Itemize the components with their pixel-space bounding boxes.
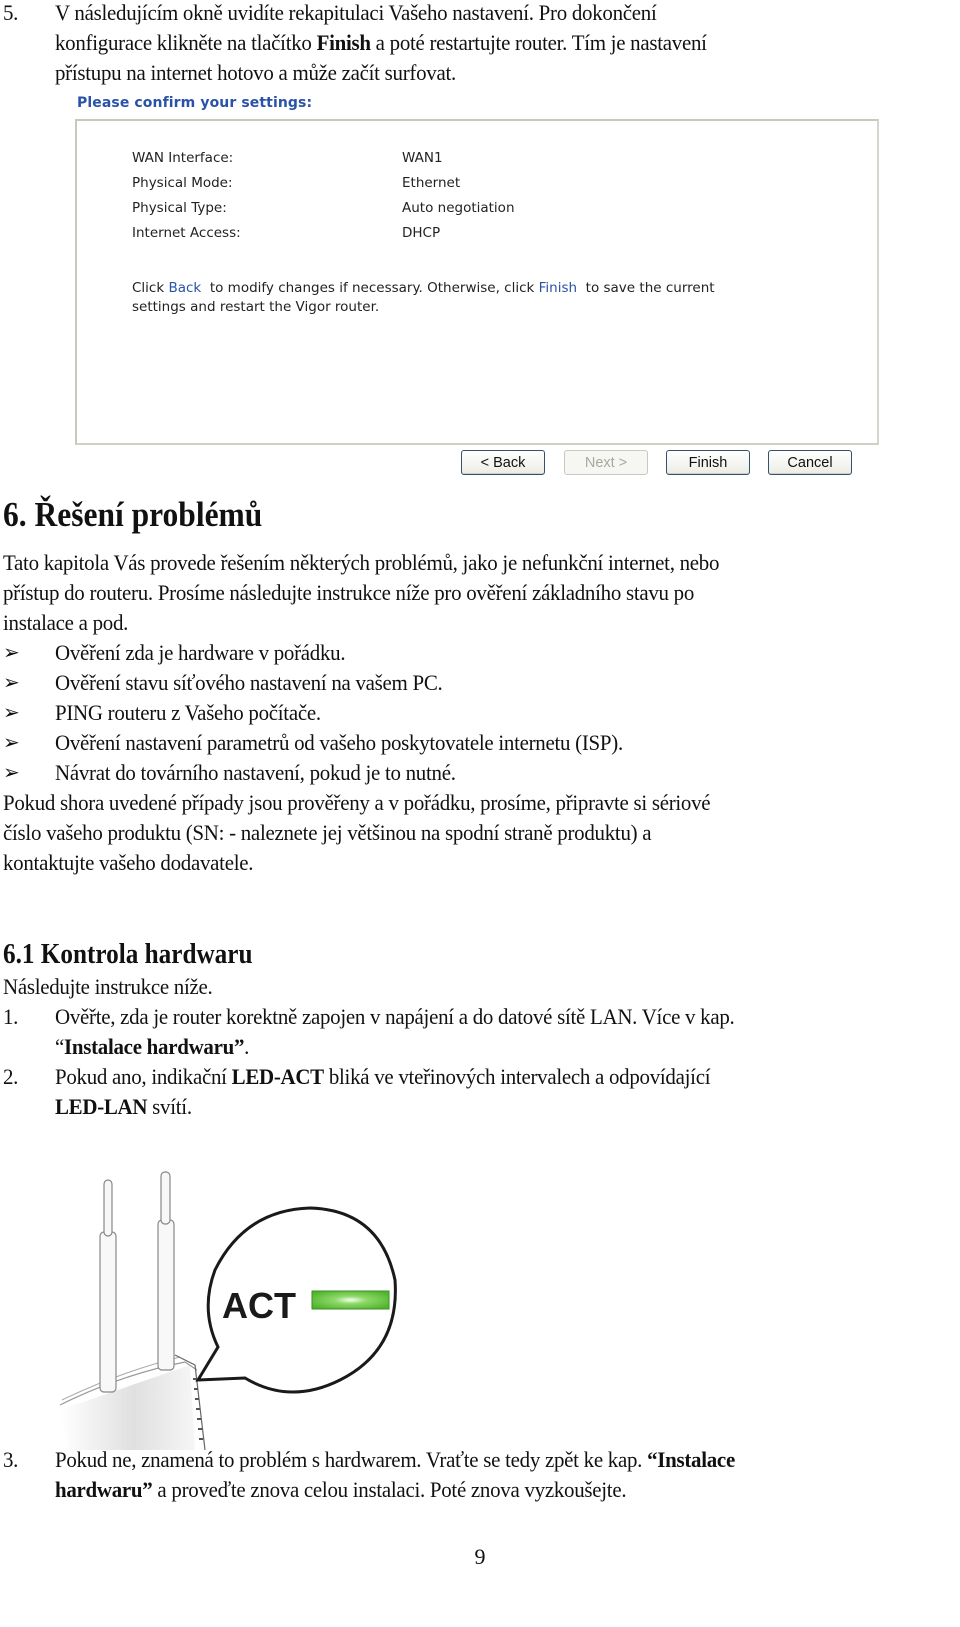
finish-button[interactable]: Finish	[666, 450, 750, 475]
list-item: Návrat do továrního nastavení, pokud je …	[55, 760, 456, 785]
step5-line-3: přístupu na internet hotovo a může začít…	[55, 60, 456, 85]
section6-outro-line: kontaktujte vašeho dodavatele.	[3, 850, 254, 875]
section6-outro-line: Pokud shora uvedené případy jsou prověře…	[3, 790, 711, 815]
page-number: 9	[474, 1544, 486, 1569]
item-3-line-1: Pokud ne, znamená to problém s hardwarem…	[55, 1447, 735, 1472]
router-body	[59, 1354, 206, 1450]
item-number: 2.	[3, 1064, 19, 1089]
item-2-line-1: Pokud ano, indikační LED-ACT bliká ve vt…	[55, 1064, 711, 1089]
section6-outro-line: číslo vašeho produktu (SN: - naleznete j…	[3, 820, 652, 845]
led-act-label: ACT	[222, 1285, 296, 1326]
finish-link-text: Finish	[538, 280, 578, 296]
section61-intro: Následujte instrukce níže.	[3, 974, 213, 999]
setting-value: Auto negotiation	[402, 200, 515, 216]
section6-intro-line: instalace a pod.	[3, 610, 129, 635]
item-3-line-2: hardwaru” a proveďte znova celou instala…	[55, 1477, 627, 1502]
section6-intro-line: Tato kapitola Vás provede řešením někter…	[3, 550, 720, 575]
setting-value: DHCP	[402, 225, 441, 241]
arrow-bullet-icon: ➢	[3, 642, 20, 664]
setting-value: Ethernet	[402, 175, 461, 191]
item-number: 3.	[3, 1447, 19, 1472]
section6-intro-line: přístup do routeru. Prosíme následujte i…	[3, 580, 695, 605]
setting-label: Internet Access:	[132, 225, 241, 241]
arrow-bullet-icon: ➢	[3, 702, 20, 724]
setting-label: Physical Mode:	[132, 175, 233, 191]
setting-value: WAN1	[402, 150, 443, 166]
arrow-bullet-icon: ➢	[3, 732, 20, 754]
back-button[interactable]: < Back	[461, 450, 545, 475]
list-item: Ověření stavu síťového nastavení na vaše…	[55, 670, 443, 695]
setting-label: WAN Interface:	[132, 150, 234, 166]
antenna-left	[99, 1179, 117, 1393]
router-led-illustration: ACT	[59, 1171, 397, 1450]
setting-label: Physical Type:	[132, 200, 227, 216]
arrow-bullet-icon: ➢	[3, 672, 20, 694]
back-link-text: Back	[168, 280, 202, 296]
list-item: Ověření nastavení parametrů od vašeho po…	[55, 730, 623, 755]
finish-keyword: Finish	[316, 30, 371, 55]
step5-paragraph: 5.	[3, 0, 18, 28]
step5-line-1: V následujícím okně uvidíte rekapitulaci…	[55, 0, 657, 25]
list-item: PING routeru z Vašeho počítače.	[55, 700, 321, 725]
item-1-line-2: “Instalace hardwaru”.	[55, 1034, 250, 1059]
antenna-right	[157, 1171, 175, 1371]
wizard-title: Please confirm your settings:	[77, 95, 313, 111]
act-led-indicator	[311, 1290, 390, 1310]
arrow-bullet-icon: ➢	[3, 762, 20, 784]
list-item: Ověření zda je hardware v pořádku.	[55, 640, 346, 665]
item-number: 1.	[3, 1004, 19, 1029]
step5-line-2: konfigurace klikněte na tlačítko Finish …	[55, 30, 707, 55]
item-1-line-1: Ověřte, zda je router korektně zapojen v…	[55, 1004, 735, 1029]
section-6-1-heading: 6.1 Kontrola hardwaru	[3, 939, 253, 970]
item-2-line-2: LED-LAN svítí.	[55, 1094, 192, 1119]
wizard-note: Click Back to modify changes if necessar…	[132, 280, 715, 315]
step5-number: 5.	[3, 0, 19, 25]
cancel-button[interactable]: Cancel	[768, 450, 852, 475]
next-button: Next >	[564, 450, 648, 475]
section-6-heading: 6. Řešení problémů	[3, 495, 263, 534]
